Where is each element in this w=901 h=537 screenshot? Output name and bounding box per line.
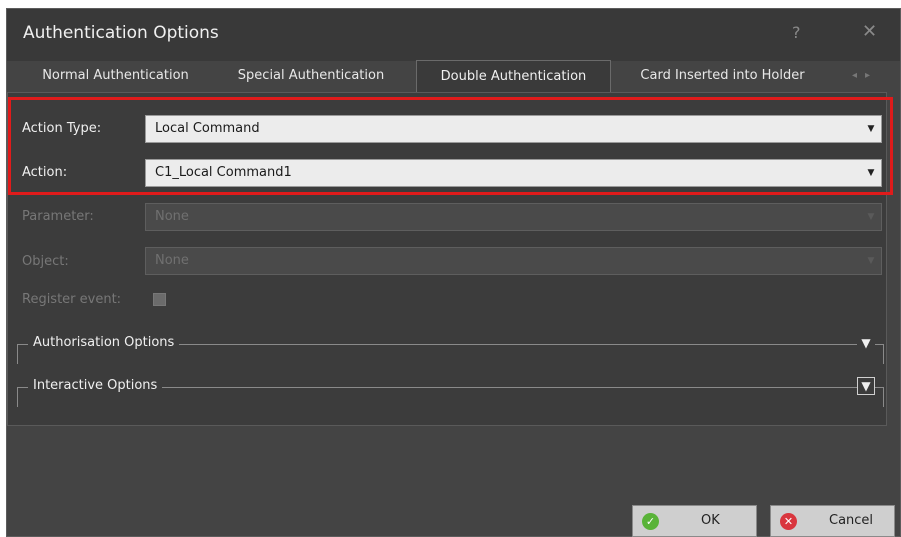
register-event-label: Register event: [22, 292, 122, 307]
tab-scroll-arrows[interactable]: ◂▸ [852, 70, 878, 81]
authorisation-options-group: Authorisation Options ▼ [17, 334, 884, 364]
parameter-value: None [155, 209, 189, 224]
object-value: None [155, 253, 189, 268]
check-icon: ✓ [642, 513, 659, 530]
tab-special-authentication[interactable]: Special Authentication [222, 60, 400, 92]
interactive-options-title: Interactive Options [28, 378, 163, 393]
ok-button[interactable]: ✓ OK [632, 505, 757, 537]
chevron-down-icon[interactable]: ▼ [861, 204, 881, 230]
title-bar: Authentication Options ? ✕ [7, 9, 900, 61]
action-select[interactable]: C1_Local Command1 ▼ [145, 159, 882, 187]
action-type-value: Local Command [155, 121, 260, 136]
tab-double-authentication[interactable]: Double Authentication [416, 60, 611, 92]
help-button[interactable]: ? [792, 23, 801, 42]
tab-card-inserted-into-holder[interactable]: Card Inserted into Holder [620, 60, 825, 92]
action-type-select[interactable]: Local Command ▼ [145, 115, 882, 143]
authorisation-options-title: Authorisation Options [28, 335, 180, 350]
object-select[interactable]: None ▼ [145, 247, 882, 275]
x-circle-icon: ✕ [780, 513, 797, 530]
dialog-title: Authentication Options [23, 23, 219, 43]
interactive-options-group: Interactive Options ▼ [17, 377, 884, 407]
tab-scroll-left-icon[interactable]: ◂ [852, 70, 865, 81]
chevron-down-icon[interactable]: ▼ [861, 160, 881, 186]
chevron-down-icon[interactable]: ▼ [861, 248, 881, 274]
object-label: Object: [22, 254, 69, 269]
parameter-label: Parameter: [22, 209, 94, 224]
close-button[interactable]: ✕ [862, 21, 877, 42]
expand-chevron-icon[interactable]: ▼ [857, 334, 875, 352]
cancel-label: Cancel [829, 513, 874, 528]
chevron-down-icon[interactable]: ▼ [861, 116, 881, 142]
tab-strip: Normal Authentication Special Authentica… [0, 60, 901, 92]
action-value: C1_Local Command1 [155, 165, 292, 180]
ok-label: OK [701, 513, 720, 528]
register-event-checkbox[interactable] [153, 293, 166, 306]
expand-chevron-icon[interactable]: ▼ [857, 377, 875, 395]
action-label: Action: [22, 165, 68, 180]
tab-normal-authentication[interactable]: Normal Authentication [28, 60, 203, 92]
action-type-label: Action Type: [22, 121, 102, 136]
parameter-select[interactable]: None ▼ [145, 203, 882, 231]
tab-scroll-right-icon[interactable]: ▸ [865, 70, 878, 81]
cancel-button[interactable]: ✕ Cancel [770, 505, 895, 537]
